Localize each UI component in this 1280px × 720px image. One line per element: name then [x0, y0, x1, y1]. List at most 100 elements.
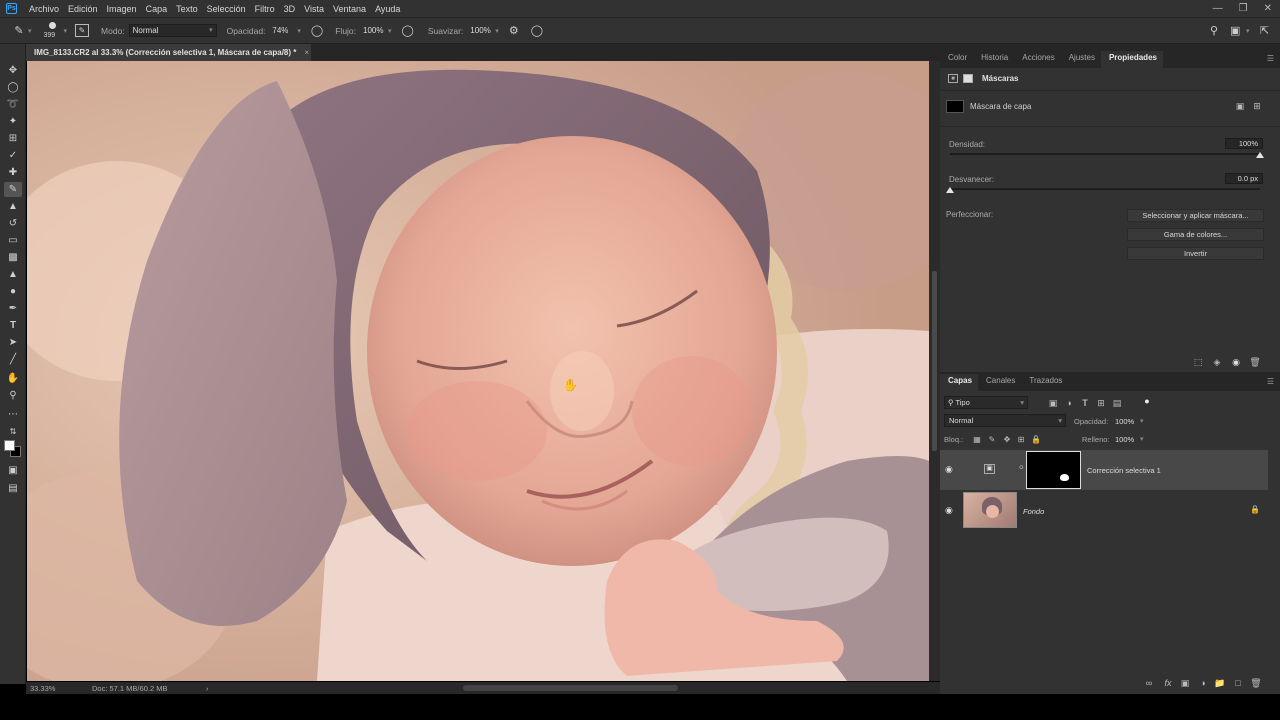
filter-adjustment-icon[interactable]: ◑: [1064, 398, 1074, 408]
tab-ajustes[interactable]: Ajustes: [1061, 51, 1101, 68]
move-tool-icon[interactable]: ✥: [4, 63, 22, 78]
type-tool-icon[interactable]: T: [4, 318, 22, 333]
invert-button[interactable]: Invertir: [1127, 247, 1264, 260]
color-range-button[interactable]: Gama de colores...: [1127, 228, 1264, 241]
workspace-chevron-icon[interactable]: ▾: [1246, 27, 1250, 35]
zoom-level[interactable]: 33.33%: [30, 684, 92, 693]
dodge-tool-icon[interactable]: ●: [4, 284, 22, 299]
horizontal-scrollbar-thumb[interactable]: [463, 685, 678, 691]
minimize-icon[interactable]: —: [1213, 3, 1223, 14]
gear-icon[interactable]: ⚙: [509, 24, 519, 37]
screen-mode-icon[interactable]: ▤: [4, 481, 22, 496]
visibility-eye-icon[interactable]: ◉: [945, 464, 953, 475]
filter-toggle-icon[interactable]: ●: [1142, 396, 1152, 406]
tab-canales[interactable]: Canales: [978, 374, 1021, 391]
density-slider[interactable]: [950, 153, 1260, 155]
marquee-tool-icon[interactable]: ◯: [4, 80, 22, 95]
menu-ayuda[interactable]: Ayuda: [375, 4, 400, 14]
apply-mask-icon[interactable]: ◈: [1211, 356, 1223, 368]
filter-smart-object-icon[interactable]: ▤: [1112, 398, 1122, 408]
tab-trazados[interactable]: Trazados: [1021, 374, 1068, 391]
fill-value[interactable]: 100%: [1115, 435, 1134, 444]
document-canvas[interactable]: ✋: [27, 61, 929, 681]
flow-input[interactable]: 100%: [360, 24, 386, 37]
tab-color[interactable]: Color: [940, 51, 973, 68]
document-tab[interactable]: IMG_8133.CR2 al 33.3% (Corrección select…: [26, 44, 311, 61]
layer-filter-select[interactable]: ⚲ Tipo ▾: [944, 396, 1028, 409]
delete-mask-icon[interactable]: 🗑: [1249, 356, 1261, 368]
smoothing-chevron-icon[interactable]: ▾: [495, 27, 499, 35]
crop-tool-icon[interactable]: ⊞: [4, 131, 22, 146]
menu-texto[interactable]: Texto: [176, 4, 198, 14]
menu-capa[interactable]: Capa: [146, 4, 168, 14]
feather-slider[interactable]: [950, 188, 1260, 190]
new-layer-icon[interactable]: □: [1232, 677, 1244, 689]
quick-mask-icon[interactable]: ▣: [4, 463, 22, 478]
layers-panel-menu-icon[interactable]: ☰: [1267, 377, 1274, 386]
vector-mask-icon[interactable]: [963, 74, 973, 83]
blur-tool-icon[interactable]: ▲: [4, 267, 22, 282]
menu-filtro[interactable]: Filtro: [255, 4, 275, 14]
history-brush-tool-icon[interactable]: ↺: [4, 216, 22, 231]
menu-imagen[interactable]: Imagen: [107, 4, 137, 14]
new-adjustment-layer-icon[interactable]: ◑: [1197, 677, 1209, 689]
pressure-size-icon[interactable]: ◯: [531, 24, 543, 37]
lasso-tool-icon[interactable]: ➰: [4, 97, 22, 112]
tab-acciones[interactable]: Acciones: [1014, 51, 1060, 68]
airbrush-icon[interactable]: ◯: [402, 24, 414, 37]
lock-all-icon[interactable]: 🔒: [1031, 434, 1041, 444]
density-input[interactable]: 100%: [1225, 138, 1263, 149]
link-layers-icon[interactable]: ∞: [1143, 677, 1155, 689]
layer-name-fondo[interactable]: Fondo: [1023, 507, 1044, 516]
filter-shape-icon[interactable]: ⊞: [1096, 398, 1106, 408]
opacity-chevron-icon[interactable]: ▾: [297, 27, 301, 35]
eraser-tool-icon[interactable]: ▭: [4, 233, 22, 248]
brush-tool-icon[interactable]: ✎: [4, 182, 22, 197]
pen-tool-icon[interactable]: ✒: [4, 301, 22, 316]
opacity-input[interactable]: 74%: [269, 24, 295, 37]
gradient-tool-icon[interactable]: ▩: [4, 250, 22, 265]
close-window-icon[interactable]: ✕: [1264, 3, 1272, 14]
lock-pixels-icon[interactable]: ✎: [987, 434, 997, 444]
select-and-mask-button[interactable]: Seleccionar y aplicar máscara...: [1127, 209, 1264, 222]
smoothing-input[interactable]: 100%: [467, 24, 493, 37]
brush-tool-icon[interactable]: ✎: [12, 24, 26, 37]
toggle-mask-eye-icon[interactable]: ◉: [1230, 356, 1242, 368]
foreground-color-swatch[interactable]: [4, 440, 15, 451]
mode-select[interactable]: Normal ▾: [128, 24, 217, 37]
share-icon[interactable]: ⇱: [1260, 24, 1269, 37]
more-tools-icon[interactable]: ⋯: [4, 407, 22, 422]
hand-tool-icon[interactable]: ✋: [4, 371, 22, 386]
lock-transparent-icon[interactable]: ▦: [972, 434, 982, 444]
workspace-icon[interactable]: ▣: [1230, 24, 1240, 37]
eyedropper-tool-icon[interactable]: ✓: [4, 148, 22, 163]
lock-artboard-icon[interactable]: ⊞: [1016, 434, 1026, 444]
status-menu-arrow-icon[interactable]: ›: [206, 684, 209, 693]
layer-row-seleccion[interactable]: ◉ ▣ ⚪ Corrección selectiva 1: [940, 450, 1268, 490]
zoom-tool-icon[interactable]: ⚲: [4, 388, 22, 403]
layer-image-thumbnail[interactable]: [963, 492, 1017, 528]
menu-archivo[interactable]: Archivo: [29, 4, 59, 14]
layer-mask-thumbnail[interactable]: [1026, 451, 1081, 489]
new-group-icon[interactable]: 📁: [1214, 677, 1226, 689]
blend-mode-select[interactable]: Normal ▾: [944, 414, 1066, 427]
tab-historia[interactable]: Historia: [973, 51, 1014, 68]
add-mask-icon[interactable]: ▣: [1179, 677, 1191, 689]
feather-slider-thumb[interactable]: [946, 187, 954, 193]
close-tab-icon[interactable]: ×: [304, 48, 309, 57]
filter-pixel-icon[interactable]: ▣: [1048, 398, 1058, 408]
lock-position-icon[interactable]: ✥: [1002, 434, 1012, 444]
visibility-eye-icon[interactable]: ◉: [945, 505, 953, 516]
vertical-scrollbar[interactable]: [929, 61, 940, 681]
layer-opacity-chevron-icon[interactable]: ▾: [1140, 417, 1144, 425]
layer-name-seleccion[interactable]: Corrección selectiva 1: [1087, 466, 1161, 475]
density-slider-thumb[interactable]: [1256, 152, 1264, 158]
healing-brush-tool-icon[interactable]: ✚: [4, 165, 22, 180]
menu-vista[interactable]: Vista: [304, 4, 324, 14]
delete-layer-icon[interactable]: 🗑: [1250, 677, 1262, 689]
add-vector-mask-icon[interactable]: ⊞: [1251, 100, 1263, 112]
restore-icon[interactable]: ❐: [1239, 3, 1248, 14]
layer-opacity-value[interactable]: 100%: [1115, 417, 1134, 426]
tool-preset-chevron-icon[interactable]: ▾: [28, 27, 32, 35]
layer-style-fx-icon[interactable]: fx: [1162, 677, 1174, 689]
